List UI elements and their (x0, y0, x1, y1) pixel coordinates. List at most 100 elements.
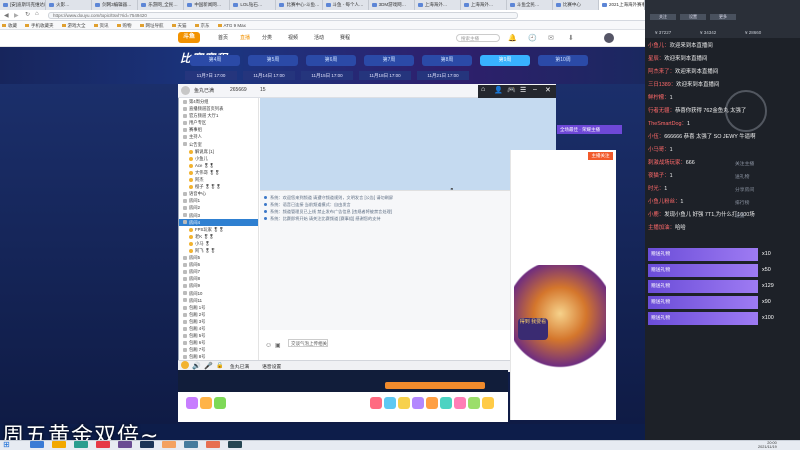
progress-bar[interactable] (385, 382, 485, 389)
tree-channel[interactable]: 赛事组 (179, 126, 258, 133)
schedule-date[interactable]: 11月7日 17:00 (185, 71, 237, 80)
danmaku-user[interactable]: 小鹿： (648, 212, 664, 218)
tree-user[interactable]: 老K 🎖🎖 (179, 233, 258, 240)
danmaku-user[interactable]: 小鱼儿粉丝： (648, 199, 680, 205)
schedule-date[interactable]: 11月21日 17:00 (417, 71, 469, 80)
bookmark-item[interactable]: 购物 (115, 21, 138, 29)
gift-icon[interactable] (398, 397, 410, 409)
gift-icon[interactable] (482, 397, 494, 409)
browser-tab[interactable]: 3DM游戏网… (369, 0, 415, 10)
browser-tab[interactable]: [安]迪斯玛克维达的生活 (0, 0, 47, 10)
user-icon[interactable]: 👤 (494, 86, 503, 94)
bookmark-item[interactable]: 手机收藏夹 (23, 21, 60, 29)
tree-channel[interactable]: 主持人 (179, 133, 258, 140)
tree-channel[interactable]: 房间10 (179, 290, 258, 297)
chat-input[interactable]: 交谈气泡上传相关 (288, 339, 328, 347)
nav-category[interactable]: 分类 (262, 34, 272, 42)
tree-channel[interactable]: 语音中心 (179, 190, 258, 197)
tree-user[interactable]: 小马 🎖 (179, 240, 258, 247)
rank-tag[interactable]: 全场最佳 · 荣耀主播 (557, 125, 622, 134)
taskbar-app-icon[interactable] (118, 441, 132, 448)
taskbar-app-icon[interactable] (52, 441, 66, 448)
avatar[interactable] (604, 33, 614, 43)
danmaku-user[interactable]: 小伍： (648, 134, 664, 140)
browser-tab[interactable]: 比赛中心 (553, 0, 600, 10)
browser-tab[interactable]: 乐游网_全民… (138, 0, 185, 10)
browser-tab[interactable]: 上海海外… (461, 0, 507, 10)
taskbar-app-icon[interactable] (140, 441, 154, 448)
danmaku-user[interactable]: 小马哥： (648, 147, 670, 153)
bookmark-item[interactable]: 网址导航 (138, 21, 170, 29)
tree-channel[interactable]: 房间11 (179, 297, 258, 304)
home-icon[interactable]: ⌂ (35, 11, 43, 19)
site-logo[interactable]: 斗鱼 (178, 32, 200, 43)
tree-channel[interactable]: 用户专区 (179, 119, 258, 126)
gift-icon[interactable] (200, 397, 212, 409)
tree-channel[interactable]: 房间2 (179, 204, 258, 211)
nav-live[interactable]: 直播 (240, 34, 250, 42)
bottom-extra[interactable]: 语音设置 (262, 363, 281, 370)
tree-channel[interactable]: 包厢 6号 (179, 339, 258, 346)
tree-channel[interactable]: 房间8 (179, 275, 258, 282)
taskbar-app-icon[interactable] (228, 441, 242, 448)
tree-channel[interactable]: 官方频道 大厅1 (179, 112, 258, 119)
taskbar-app-icon[interactable] (74, 441, 88, 448)
client-avatar[interactable] (181, 86, 190, 95)
forward-icon[interactable]: ▶ (14, 12, 22, 19)
bookmark-item[interactable]: 京东 (193, 21, 216, 29)
close-icon[interactable]: ✕ (545, 86, 551, 94)
tree-user[interactable]: 解说席 [1] (179, 148, 258, 155)
nav-schedule[interactable]: 赛程 (340, 34, 350, 42)
overlay-side-label[interactable]: 分享房间 (735, 186, 754, 193)
tree-user[interactable]: 橙子 🎖🎖🎖 (179, 183, 258, 190)
tree-channel[interactable]: 包厢 5号 (179, 332, 258, 339)
tree-channel[interactable]: 房间9 (179, 282, 258, 289)
danmaku-user[interactable]: 三日1389： (648, 82, 676, 88)
site-search-input[interactable]: 搜索主播 (456, 34, 500, 42)
danmaku-user[interactable]: 刺激战场玩家： (648, 160, 686, 166)
download-icon[interactable]: ⬇ (568, 34, 574, 42)
browser-tab[interactable]: 斗鱼 - 每个人… (323, 0, 369, 10)
tree-channel[interactable]: 包厢 2号 (179, 311, 258, 318)
tree-channel[interactable]: 包厢 3号 (179, 318, 258, 325)
bookmark-item[interactable]: 收藏 (0, 21, 23, 29)
start-icon[interactable]: ⊞ (3, 440, 10, 449)
schedule-date[interactable]: 11月14日 17:00 (243, 71, 295, 80)
danmaku-user[interactable]: 星辰： (648, 56, 664, 62)
gift-icon[interactable] (440, 397, 452, 409)
danmaku-user[interactable]: 鲜柠檬： (648, 95, 670, 101)
danmaku-user[interactable]: 小鱼儿： (648, 43, 670, 49)
overlay-button[interactable]: 关注 (650, 14, 676, 20)
tree-user[interactable]: FPS玩家 🎖🎖 (179, 226, 258, 233)
overlay-side-label[interactable]: 排行榜 (735, 199, 749, 206)
tree-channel[interactable]: 包厢 4号 (179, 325, 258, 332)
schedule-tab[interactable]: 第7周 (364, 55, 414, 66)
browser-tab[interactable]: 比赛中心-斗鱼… (276, 0, 323, 10)
gift-icon[interactable] (454, 397, 466, 409)
bookmark-item[interactable]: 天猫 (170, 21, 193, 29)
schedule-tab[interactable]: 第10周 (538, 55, 588, 66)
gift-icon[interactable] (384, 397, 396, 409)
browser-tab[interactable]: 上海海外… (415, 0, 461, 10)
speaker-icon[interactable]: 🔊 (192, 362, 201, 370)
message-icon[interactable]: ✉ (548, 34, 554, 42)
tree-user[interactable]: Ace 🎖🎖 (179, 162, 258, 169)
taskbar-app-icon[interactable] (162, 441, 176, 448)
tree-channel[interactable]: 直播频道首页列表 (179, 105, 258, 112)
home-icon[interactable]: ⌂ (481, 86, 485, 93)
taskbar-app-icon[interactable] (184, 441, 198, 448)
gift-icon[interactable] (186, 397, 198, 409)
mic-icon[interactable]: 🎤 (204, 362, 213, 370)
bookmark-item[interactable]: 资讯 (92, 21, 115, 29)
back-icon[interactable]: ◀ (4, 12, 12, 19)
browser-tab[interactable]: 火影… (46, 0, 93, 10)
nav-events[interactable]: 活动 (314, 34, 324, 42)
bottom-avatar[interactable] (181, 361, 189, 369)
overlay-button[interactable]: 设置 (680, 14, 706, 20)
danmaku-user[interactable]: 主播加油： (648, 225, 675, 231)
schedule-tab[interactable]: 第8周 (422, 55, 472, 66)
nav-video[interactable]: 视频 (288, 34, 298, 42)
nav-home[interactable]: 首页 (218, 34, 228, 42)
game-icon[interactable]: 🎮 (507, 86, 516, 94)
schedule-tab[interactable]: 第5周 (248, 55, 298, 66)
